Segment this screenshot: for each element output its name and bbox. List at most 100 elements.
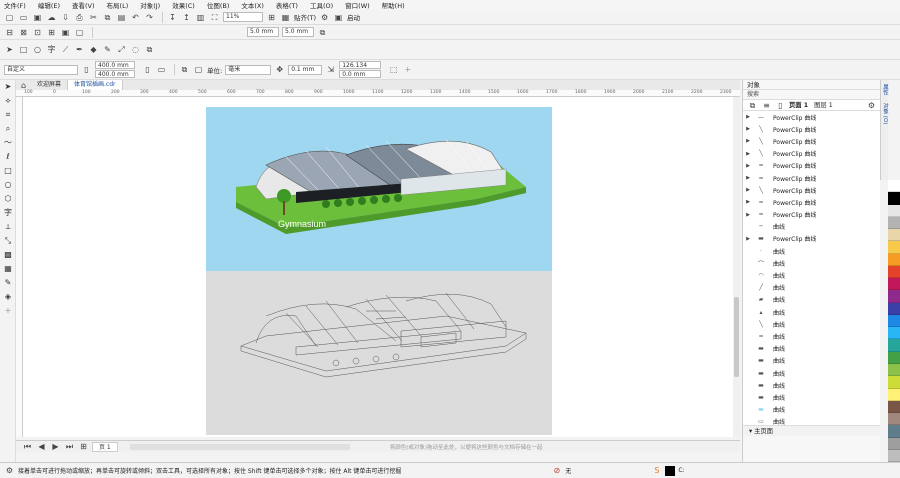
fill-none-icon[interactable]: ⊘ — [551, 465, 562, 476]
ellipse-tool-icon[interactable]: ○ — [0, 178, 16, 192]
layer-stack-icon[interactable]: ≡ — [761, 100, 772, 111]
gymnasium-illustration[interactable]: Gymnasium — [206, 107, 552, 271]
horizontal-scrollbar[interactable] — [129, 443, 350, 450]
drop-shadow-icon[interactable]: ▩ — [0, 248, 16, 262]
palette-swatch[interactable] — [888, 449, 900, 463]
cut-icon[interactable]: ✂ — [88, 12, 99, 23]
object-row[interactable]: ◠ 曲线 — [743, 269, 880, 281]
palette-swatch[interactable] — [888, 376, 900, 389]
gymnasium-wireframe[interactable] — [206, 271, 552, 435]
artistic-media-icon[interactable]: ℓ — [0, 150, 16, 164]
gear-icon[interactable]: ⚙ — [319, 12, 330, 23]
palette-swatch[interactable] — [888, 290, 900, 303]
object-row[interactable]: ▶ ━ PowerClip 曲线 — [743, 209, 880, 221]
object-row[interactable]: ▬ 曲线 — [743, 404, 880, 416]
object-row[interactable]: ▬ 曲线 — [743, 343, 880, 355]
expand-icon[interactable]: ▶ — [743, 138, 753, 144]
layer-icon[interactable]: ⧉ — [747, 100, 758, 111]
palette-swatch[interactable] — [888, 413, 900, 426]
palette-swatch[interactable] — [888, 229, 900, 242]
expand-icon[interactable]: ▶ — [743, 212, 753, 218]
menu-item[interactable]: 文本(X) — [241, 0, 264, 10]
palette-swatch[interactable] — [888, 278, 900, 291]
object-row[interactable]: ▰ 曲线 — [743, 294, 880, 306]
object-row[interactable]: ▶ ╲ PowerClip 曲线 — [743, 148, 880, 160]
expand-icon[interactable]: ▶ — [743, 163, 753, 169]
landscape-icon[interactable]: ▭ — [156, 64, 167, 75]
pdf-icon[interactable]: ▥ — [195, 12, 206, 23]
horizontal-ruler[interactable]: 100 0 100 200 300 400 500 600 700 800 900 1000 1100 1… — [16, 90, 740, 97]
menu-item[interactable]: 文件(F) — [4, 0, 26, 10]
export-icon[interactable]: ↥ — [181, 12, 192, 23]
menu-item[interactable]: 编辑(E) — [38, 0, 60, 10]
palette-swatch[interactable] — [888, 302, 900, 315]
ellipse-tool-icon[interactable]: ○ — [32, 44, 43, 55]
expand-icon[interactable]: ▶ — [743, 199, 753, 205]
object-row[interactable]: ▶ ━ PowerClip 曲线 — [743, 196, 880, 208]
save-icon[interactable]: ▣ — [32, 12, 43, 23]
palette-swatch[interactable] — [888, 192, 900, 205]
order-icon[interactable]: ⊠ — [18, 27, 29, 38]
object-row[interactable]: ▬ 曲线 — [743, 367, 880, 379]
dim1-field[interactable]: 5.0 mm — [247, 27, 279, 37]
interactive-fill-icon[interactable]: ◈ — [0, 290, 16, 304]
text-tool-icon[interactable]: 字 — [46, 44, 57, 55]
object-row[interactable]: ▬ 曲线 — [743, 391, 880, 403]
object-row[interactable]: ▬ 曲线 — [743, 355, 880, 367]
object-row[interactable]: ▭ 曲线 — [743, 416, 880, 425]
line-tool-icon[interactable]: ⟋ — [60, 44, 71, 55]
transparency-tool-icon[interactable]: ▦ — [0, 262, 16, 276]
pen-tool-icon[interactable]: ✒ — [74, 44, 85, 55]
menu-item[interactable]: 对象(J) — [140, 0, 160, 10]
combine-icon[interactable]: ▣ — [60, 27, 71, 38]
first-page-icon[interactable]: ⏮ — [22, 441, 33, 452]
print-icon[interactable]: ⎙ — [74, 12, 85, 23]
palette-swatch[interactable] — [888, 400, 900, 414]
ungroup-icon[interactable]: ⊞ — [46, 27, 57, 38]
rectangle-tool-icon[interactable]: □ — [18, 44, 29, 55]
transparency-icon[interactable]: ◌ — [130, 44, 141, 55]
rectangle-tool-icon[interactable]: □ — [0, 164, 16, 178]
expand-icon[interactable]: ▶ — [743, 187, 753, 193]
tab-welcome[interactable]: 欢迎屏幕 — [31, 80, 69, 90]
next-page-icon[interactable]: ▶ — [50, 441, 61, 452]
copy-icon[interactable]: ⧉ — [102, 12, 113, 23]
object-row[interactable]: ▶ ▬ PowerClip 曲线 — [743, 233, 880, 245]
palette-swatch[interactable] — [888, 437, 900, 450]
rulers-icon[interactable]: ▦ — [280, 12, 291, 23]
import-icon[interactable]: ⇩ — [60, 12, 71, 23]
text-tool-icon[interactable]: 字 — [0, 206, 16, 220]
palette-swatch[interactable] — [888, 180, 900, 193]
redo-icon[interactable]: ↷ — [144, 12, 155, 23]
palette-swatch[interactable] — [888, 216, 900, 230]
vertical-scrollbar[interactable] — [733, 97, 740, 437]
pick-tool-icon[interactable]: ➤ — [0, 80, 16, 94]
palette-swatch[interactable] — [888, 388, 900, 401]
polygon-tool-icon[interactable]: ⬡ — [0, 192, 16, 206]
add-icon[interactable]: + — [402, 64, 413, 75]
menu-item[interactable]: 查看(V) — [72, 0, 95, 10]
scroll-thumb[interactable] — [734, 297, 739, 377]
open-icon[interactable]: ▭ — [18, 12, 29, 23]
nudge-field[interactable]: 0.1 mm — [288, 64, 323, 75]
current-page-icon[interactable]: ▢ — [193, 64, 204, 75]
crop-tool-icon[interactable]: ⌗ — [0, 108, 16, 122]
gear-icon[interactable]: ⚙ — [4, 465, 15, 476]
tab-objects[interactable]: 对象 (O) — [881, 99, 889, 128]
page-tab-1[interactable]: 页 1 — [92, 441, 118, 452]
copy-dim-icon[interactable]: ⧉ — [317, 27, 328, 38]
palette-swatch[interactable] — [888, 327, 900, 340]
panel-search[interactable]: 搜索 — [743, 90, 880, 100]
object-row[interactable]: ▶ ╲ PowerClip 曲线 — [743, 123, 880, 135]
zoom-field[interactable]: 11% — [223, 12, 263, 22]
shape-tool-icon[interactable]: ⟡ — [0, 94, 16, 108]
object-row[interactable]: ─ 曲线 — [743, 221, 880, 233]
object-row[interactable]: ▶ ╲ PowerClip 曲线 — [743, 184, 880, 196]
portrait-icon[interactable]: ▯ — [142, 64, 153, 75]
tab-properties[interactable]: 属性 — [881, 80, 889, 99]
palette-swatch[interactable] — [888, 241, 900, 254]
group-icon[interactable]: ⊡ — [32, 27, 43, 38]
object-row[interactable]: ▶ ━ PowerClip 曲线 — [743, 160, 880, 172]
align-icon[interactable]: ⊟ — [4, 27, 15, 38]
palette-swatch[interactable] — [888, 253, 900, 266]
